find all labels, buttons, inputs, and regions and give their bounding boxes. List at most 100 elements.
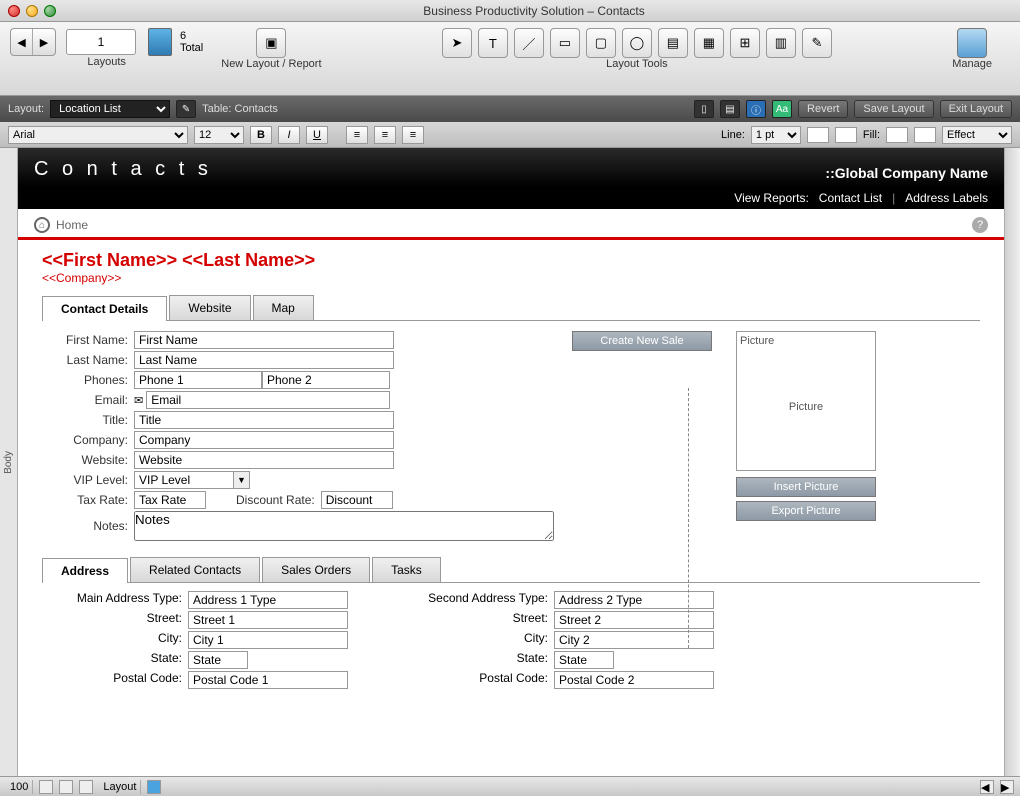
align-center-button[interactable]: ≡ xyxy=(374,126,396,144)
postal1-field[interactable] xyxy=(188,671,348,689)
body-part-rail[interactable]: Body xyxy=(0,148,18,776)
main-address-type-label: Main Address Type: xyxy=(42,591,182,609)
chart-tool-icon[interactable]: ✎ xyxy=(802,28,832,58)
status-icon-1[interactable] xyxy=(39,780,53,794)
record-counter[interactable]: 1 xyxy=(66,29,136,55)
city1-field[interactable] xyxy=(188,631,348,649)
aa-toggle[interactable]: Aa xyxy=(772,100,792,118)
line-pt-dropdown[interactable]: 1 pt xyxy=(751,126,801,144)
rect-tool-icon[interactable]: ▭ xyxy=(550,28,580,58)
contact-list-link[interactable]: Contact List xyxy=(819,191,882,205)
button-tool-icon[interactable]: ▦ xyxy=(694,28,724,58)
tab-map[interactable]: Map xyxy=(253,295,314,320)
tab-tool-icon[interactable]: ⊞ xyxy=(730,28,760,58)
toggle1-icon[interactable]: ▯ xyxy=(694,100,714,118)
pointer-tool-icon[interactable]: ➤ xyxy=(442,28,472,58)
street2-field[interactable] xyxy=(554,611,714,629)
vip-dropdown-arrow[interactable]: ▼ xyxy=(234,471,250,489)
zoom-window-icon[interactable] xyxy=(44,5,56,17)
prev-record-button[interactable]: ◀ xyxy=(11,29,33,55)
oval-tool-icon[interactable]: ◯ xyxy=(622,28,652,58)
vertical-scrollbar[interactable] xyxy=(1004,148,1020,776)
line-style-swatch[interactable] xyxy=(807,127,829,143)
state2-field[interactable] xyxy=(554,651,614,669)
street1-field[interactable] xyxy=(188,611,348,629)
tab-address[interactable]: Address xyxy=(42,558,128,583)
line-color-swatch[interactable] xyxy=(835,127,857,143)
pencil-icon[interactable]: ✎ xyxy=(176,100,196,118)
state1-field[interactable] xyxy=(188,651,248,669)
toggle2-icon[interactable]: ▤ xyxy=(720,100,740,118)
picture-container[interactable]: Picture Picture xyxy=(736,331,876,471)
first-name-field[interactable] xyxy=(134,331,394,349)
phone2-field[interactable] xyxy=(262,371,390,389)
scroll-right-icon[interactable]: ▶ xyxy=(1000,780,1014,794)
insert-picture-button[interactable]: Insert Picture xyxy=(736,477,876,497)
email-field[interactable] xyxy=(146,391,390,409)
company-field[interactable] xyxy=(134,431,394,449)
tab-tasks[interactable]: Tasks xyxy=(372,557,441,582)
tab-sales-orders[interactable]: Sales Orders xyxy=(262,557,370,582)
new-layout-icon[interactable]: ▣ xyxy=(256,28,286,58)
sub-tabs: Address Related Contacts Sales Orders Ta… xyxy=(42,557,1004,582)
fill-color-swatch[interactable] xyxy=(886,127,908,143)
city2-field[interactable] xyxy=(554,631,714,649)
postal2-field[interactable] xyxy=(554,671,714,689)
next-record-button[interactable]: ▶ xyxy=(33,29,55,55)
tab-contact-details[interactable]: Contact Details xyxy=(42,296,167,321)
status-toggle-icon[interactable] xyxy=(147,780,161,794)
tax-field[interactable] xyxy=(134,491,206,509)
minimize-window-icon[interactable] xyxy=(26,5,38,17)
main-address-type-field[interactable] xyxy=(188,591,348,609)
vip-field[interactable] xyxy=(134,471,234,489)
title-bar: Business Productivity Solution – Contact… xyxy=(0,0,1020,22)
address-labels-link[interactable]: Address Labels xyxy=(905,191,988,205)
portal-tool-icon[interactable]: ▥ xyxy=(766,28,796,58)
email-icon[interactable]: ✉ xyxy=(134,394,143,407)
layout-tools-group: ➤ T ／ ▭ ▢ ◯ ▤ ▦ ⊞ ▥ ✎ Layout Tools xyxy=(441,28,833,74)
effect-dropdown[interactable]: Effect xyxy=(942,126,1012,144)
align-right-button[interactable]: ≡ xyxy=(402,126,424,144)
field-tool-icon[interactable]: ▤ xyxy=(658,28,688,58)
help-icon[interactable]: ? xyxy=(972,217,988,233)
layout-canvas[interactable]: C o n t a c t s ::Global Company Name Vi… xyxy=(18,148,1004,776)
status-icon-2[interactable] xyxy=(59,780,73,794)
home-icon[interactable]: ⌂ xyxy=(34,217,50,233)
create-new-sale-button[interactable]: Create New Sale xyxy=(572,331,712,351)
line-tool-icon[interactable]: ／ xyxy=(514,28,544,58)
status-icon-3[interactable] xyxy=(79,780,93,794)
font-dropdown[interactable]: Arial xyxy=(8,126,188,144)
website-field[interactable] xyxy=(134,451,394,469)
exit-layout-button[interactable]: Exit Layout xyxy=(940,100,1012,118)
tab-website[interactable]: Website xyxy=(169,295,250,320)
fill-pattern-swatch[interactable] xyxy=(914,127,936,143)
home-label[interactable]: Home xyxy=(56,218,88,232)
record-nav: ◀ ▶ xyxy=(10,28,56,56)
last-name-field[interactable] xyxy=(134,351,394,369)
export-picture-button[interactable]: Export Picture xyxy=(736,501,876,521)
font-size-dropdown[interactable]: 12 xyxy=(194,126,244,144)
bold-button[interactable]: B xyxy=(250,126,272,144)
tab-related-contacts[interactable]: Related Contacts xyxy=(130,557,260,582)
layout-dropdown[interactable]: Location List xyxy=(50,100,170,118)
underline-button[interactable]: U xyxy=(306,126,328,144)
notes-field[interactable]: Notes xyxy=(134,511,554,541)
revert-button[interactable]: Revert xyxy=(798,100,848,118)
phone1-field[interactable] xyxy=(134,371,262,389)
close-window-icon[interactable] xyxy=(8,5,20,17)
title-field[interactable] xyxy=(134,411,394,429)
rounded-rect-tool-icon[interactable]: ▢ xyxy=(586,28,616,58)
zoom-value[interactable]: 100 xyxy=(6,780,33,794)
second-address-type-field[interactable] xyxy=(554,591,714,609)
discount-field[interactable] xyxy=(321,491,393,509)
align-left-button[interactable]: ≡ xyxy=(346,126,368,144)
book-icon[interactable] xyxy=(148,28,172,56)
info-icon[interactable]: ⓘ xyxy=(746,100,766,118)
vertical-divider xyxy=(688,388,689,648)
italic-button[interactable]: I xyxy=(278,126,300,144)
scroll-left-icon[interactable]: ◀ xyxy=(980,780,994,794)
save-layout-button[interactable]: Save Layout xyxy=(854,100,933,118)
manage-icon[interactable] xyxy=(957,28,987,58)
breadcrumb-row: ⌂ Home ? xyxy=(18,209,1004,240)
text-tool-icon[interactable]: T xyxy=(478,28,508,58)
